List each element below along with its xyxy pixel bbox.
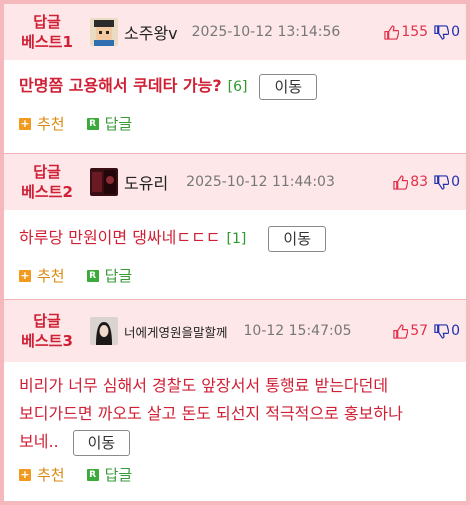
rank-line-2: 베스트2 [21,183,73,201]
upvote[interactable]: 83 [393,174,428,190]
reply-label: 답글 [104,267,133,285]
recommend-button[interactable]: + 추천 [19,265,65,286]
thumb-up-icon [393,174,409,190]
move-button[interactable]: 이동 [72,429,131,456]
recommend-label: 추천 [37,466,65,484]
rank-line-2: 베스트3 [21,332,73,350]
best-rank-label: 답글 베스트3 [4,311,90,351]
reply-count: [1] [226,231,247,247]
avatar[interactable] [90,317,118,345]
nickname[interactable]: 너에게영원을말할께 [124,322,228,341]
avatar[interactable] [90,168,118,196]
nickname[interactable]: 소주왕v [124,20,178,44]
reply-button[interactable]: R 답글 [86,464,133,485]
rank-line-1: 답글 [33,13,61,31]
reply-text: 보네.. [19,432,59,451]
reply-actions: + 추천 R 답글 [4,464,466,485]
downvote-count: 0 [451,24,460,40]
reply-content: 만명쯤 고용해서 쿠데타 가능? [6] 이동 [4,60,466,101]
vote-counts: 57 0 [393,323,460,339]
thumb-up-icon [393,323,409,339]
upvote[interactable]: 155 [384,24,428,40]
reply-label: 답글 [104,466,133,484]
portrait-avatar-icon [90,317,118,345]
reply-actions: + 추천 R 답글 [4,265,466,286]
best-reply-2: 답글 베스트2 도유리 2025-10-12 11:44:03 83 0 하루당… [4,154,466,300]
reply-label: 답글 [104,115,133,133]
reply-text: 만명쯤 고용해서 쿠데타 가능? [19,76,222,95]
move-button[interactable]: 이동 [268,225,326,252]
reply-count: [6] [227,79,248,95]
reply-button[interactable]: R 답글 [86,265,133,286]
recommend-button[interactable]: + 추천 [19,113,65,134]
move-button[interactable]: 이동 [259,73,318,100]
reply-content: 비리가 너무 심해서 경찰도 앞장서서 통행료 받는다던데 보디가드면 까오도 … [4,362,466,456]
vote-counts: 83 0 [393,174,460,190]
reply-button[interactable]: R 답글 [86,113,133,134]
best-reply-1: 답글 베스트1 소주왕v 2025-10-12 13:14:56 155 0 만… [4,4,466,154]
thumb-down-icon [434,24,450,40]
reply-header: 답글 베스트3 너에게영원을말할께 10-12 15:47:05 57 0 [4,300,466,362]
best-reply-3: 답글 베스트3 너에게영원을말할께 10-12 15:47:05 57 0 비리… [4,300,466,500]
plus-square-icon: + [19,467,31,481]
reply-text-line-1: 비리가 너무 심해서 경찰도 앞장서서 통행료 받는다던데 [19,376,389,395]
nickname[interactable]: 도유리 [124,170,168,194]
timestamp: 10-12 15:47:05 [243,323,352,339]
reply-text-line-3: 보네.. 이동 [19,428,454,456]
thumb-down-icon [434,174,450,190]
upvote-count: 155 [401,24,429,40]
vote-counts: 155 0 [384,24,460,40]
downvote-count: 0 [451,323,460,339]
recommend-label: 추천 [37,115,65,133]
thumb-down-icon [434,323,450,339]
rank-line-1: 답글 [33,163,61,181]
dark-photo-avatar-icon [90,168,118,196]
reply-r-icon: R [86,117,99,130]
timestamp: 2025-10-12 13:14:56 [191,24,341,40]
best-replies-panel: 답글 베스트1 소주왕v 2025-10-12 13:14:56 155 0 만… [4,4,466,501]
reply-actions: + 추천 R 답글 [4,113,466,134]
reply-r-icon: R [86,468,99,481]
downvote[interactable]: 0 [434,323,460,339]
upvote[interactable]: 57 [393,323,428,339]
reply-text: 하루당 만원이면 댕싸네ㄷㄷㄷ [19,228,221,247]
rank-line-2: 베스트1 [21,33,73,51]
thumb-up-icon [384,24,400,40]
recommend-button[interactable]: + 추천 [19,464,65,485]
rank-line-1: 답글 [33,312,61,330]
timestamp: 2025-10-12 11:44:03 [186,174,335,190]
downvote[interactable]: 0 [434,24,460,40]
reply-header: 답글 베스트1 소주왕v 2025-10-12 13:14:56 155 0 [4,4,466,60]
reply-r-icon: R [86,269,99,282]
downvote[interactable]: 0 [434,174,460,190]
upvote-count: 57 [410,323,429,339]
plus-square-icon: + [19,268,31,282]
pixel-avatar-icon [90,18,118,46]
recommend-label: 추천 [37,267,65,285]
plus-square-icon: + [19,116,31,130]
reply-content: 하루당 만원이면 댕싸네ㄷㄷㄷ [1] 이동 [4,210,466,253]
upvote-count: 83 [410,174,429,190]
reply-header: 답글 베스트2 도유리 2025-10-12 11:44:03 83 0 [4,154,466,210]
best-rank-label: 답글 베스트2 [4,162,90,202]
reply-text-line-2: 보디가드면 까오도 살고 돈도 되선지 적극적으로 홍보하나 [19,404,403,423]
avatar[interactable] [90,18,118,46]
best-rank-label: 답글 베스트1 [4,12,90,52]
downvote-count: 0 [451,174,460,190]
